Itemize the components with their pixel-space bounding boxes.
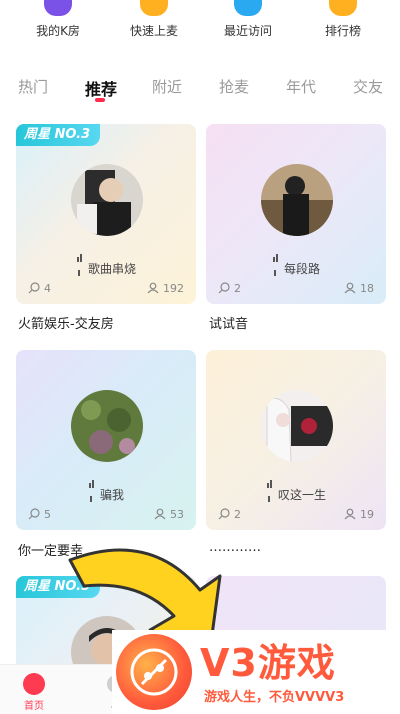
nav-home[interactable]: 首页 <box>14 673 54 712</box>
avatar <box>71 164 143 236</box>
room-song-tag: 骗我 <box>16 474 196 503</box>
tab-era[interactable]: 年代 <box>286 76 316 97</box>
user-icon <box>344 508 356 520</box>
comment-count: 5 <box>28 508 51 521</box>
room-song-tag-text: 叹这一生 <box>277 488 326 502</box>
room-song-tag-text: 每段路 <box>283 262 320 276</box>
user-icon <box>344 282 356 294</box>
quick-item-ranking[interactable]: 排行榜 <box>303 0 383 38</box>
sound-bars-icon <box>76 248 84 276</box>
user-count-text: 19 <box>360 508 374 521</box>
room-name[interactable]: 火箭娱乐-交友房 <box>18 313 114 332</box>
room-song-tag: 歌曲串烧 <box>16 248 196 277</box>
quick-item-quick-mic[interactable]: 快速上麦 <box>114 0 194 38</box>
sound-bars-icon <box>88 474 96 502</box>
sound-bars-icon <box>272 248 280 276</box>
room-song-tag-text: 骗我 <box>99 488 124 502</box>
comment-count-text: 4 <box>44 282 51 295</box>
quick-item-recent[interactable]: 最近访问 <box>208 0 288 38</box>
room-name[interactable]: 试试音 <box>209 313 248 332</box>
quick-item-label: 最近访问 <box>223 24 272 38</box>
active-tab-indicator <box>95 98 105 102</box>
room-song-tag: 叹这一生 <box>206 474 386 503</box>
user-count: 192 <box>147 282 184 295</box>
user-icon <box>147 282 159 294</box>
watermark-slogan: 游戏人生，不负VVVV3 <box>204 690 345 705</box>
room-card[interactable]: 每段路 2 18 <box>206 124 386 304</box>
tab-friends[interactable]: 交友 <box>353 76 383 97</box>
tab-nearby[interactable]: 附近 <box>152 76 182 97</box>
watermark-logo: V3游戏 游戏人生，不负VVVV3 <box>112 630 400 714</box>
tab-grab-mic[interactable]: 抢麦 <box>219 76 249 97</box>
comment-icon <box>218 282 230 294</box>
comment-count-text: 5 <box>44 508 51 521</box>
room-icon <box>44 0 72 16</box>
quick-item-label: 排行榜 <box>324 24 361 38</box>
watermark-emblem-icon <box>116 634 192 710</box>
room-song-tag-text: 歌曲串烧 <box>87 262 136 276</box>
comment-icon <box>218 508 230 520</box>
room-song-tag: 每段路 <box>206 248 386 277</box>
trophy-icon <box>329 0 357 16</box>
category-tabs: 热门 推荐 附近 抢麦 年代 交友 <box>0 72 400 104</box>
nav-home-label: 首页 <box>24 701 44 712</box>
user-count-text: 192 <box>163 282 184 295</box>
comment-count: 4 <box>28 282 51 295</box>
comment-icon <box>28 282 40 294</box>
avatar <box>261 390 333 462</box>
room-card[interactable]: 周星 NO.3 歌曲串烧 4 192 <box>16 124 196 304</box>
comment-count: 2 <box>218 282 241 295</box>
quick-access-row: 我的K房 快速上麦 最近访问 排行榜 <box>0 0 400 56</box>
watermark-brand: V3游戏 <box>200 641 336 685</box>
room-card[interactable]: 骗我 5 53 <box>16 350 196 530</box>
tab-hot[interactable]: 热门 <box>18 76 48 97</box>
user-icon <box>154 508 166 520</box>
tab-recommend[interactable]: 推荐 <box>85 76 117 100</box>
comment-icon <box>28 508 40 520</box>
comment-count-text: 2 <box>234 508 241 521</box>
user-count: 19 <box>344 508 374 521</box>
user-count: 18 <box>344 282 374 295</box>
comment-count-text: 2 <box>234 282 241 295</box>
avatar <box>261 164 333 236</box>
weekly-star-badge: 周星 NO.3 <box>16 124 101 146</box>
quick-item-my-room[interactable]: 我的K房 <box>18 0 98 38</box>
user-count-text: 18 <box>360 282 374 295</box>
mic-icon <box>140 0 168 16</box>
sound-bars-icon <box>266 474 274 502</box>
home-icon <box>23 673 45 695</box>
clock-icon <box>234 0 262 16</box>
quick-item-label: 快速上麦 <box>129 24 178 38</box>
quick-item-label: 我的K房 <box>36 24 80 38</box>
avatar <box>71 390 143 462</box>
room-card[interactable]: 叹这一生 2 19 <box>206 350 386 530</box>
